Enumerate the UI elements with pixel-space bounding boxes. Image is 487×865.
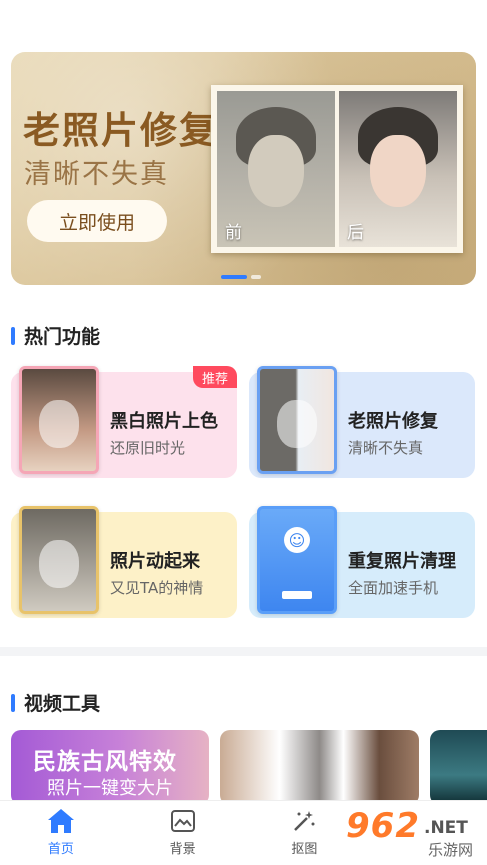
duplicate-cleaner-card[interactable]: ☺ 重复照片清理 全面加速手机 [249,506,475,618]
tile-subtitle: 照片一键变大片 [47,778,173,799]
nav-label: 背景 [169,842,196,857]
animate-photo-card[interactable]: 照片动起来 又见TA的神情 [11,506,237,618]
site-watermark: 962 .NET 乐游网 [346,806,484,860]
after-label: 后 [347,223,364,243]
card-title: 重复照片清理 [348,551,456,572]
card-subtitle: 清晰不失真 [348,439,424,457]
card-title: 照片动起来 [110,551,200,572]
nav-label: 抠图 [291,842,318,857]
card-subtitle: 还原旧时光 [110,439,186,457]
section-accent-bar [11,693,15,712]
card-subtitle: 又见TA的神情 [110,579,204,597]
colorize-thumbnail [19,366,99,474]
restore-thumbnail [257,366,337,474]
recommend-badge: 推荐 [193,366,237,388]
section-accent-bar [11,326,15,345]
card-title: 黑白照片上色 [110,411,218,432]
section-divider [0,647,487,656]
portrait-face [39,539,79,588]
watermark-net: .NET [424,818,468,838]
carousel-indicator [221,275,261,279]
colorize-photo-card[interactable]: 推荐 黑白照片上色 还原旧时光 [11,366,237,478]
portrait-face [277,399,317,448]
photo-collage-tile[interactable] [220,730,419,805]
animate-thumbnail [19,506,99,614]
after-photo: 后 [339,91,457,247]
before-after-photo: 前 后 [211,85,463,253]
before-label: 前 [225,223,242,243]
restore-photo-card[interactable]: 老照片修复 清晰不失真 [249,366,475,478]
cleaner-thumbnail: ☺ [257,506,337,614]
before-photo: 前 [217,91,335,247]
watermark-site: 乐游网 [428,841,474,859]
promo-banner[interactable]: 老照片修复 清晰不失真 立即使用 前 后 [11,52,476,285]
background-icon [169,807,197,835]
cutout-icon [290,807,318,835]
card-subtitle: 全面加速手机 [348,579,439,597]
portrait-face [39,399,79,448]
smile-icon: ☺ [284,527,310,553]
video-tools-title: 视频工具 [24,693,101,715]
partial-video-tile[interactable] [430,730,487,805]
app-screen: 老照片修复 清晰不失真 立即使用 前 后 热门功能 推荐 黑白照片上色 还原旧时… [0,0,487,865]
nav-label: 首页 [47,842,74,857]
portrait-face [248,134,304,207]
nav-home[interactable]: 首页 [0,801,122,865]
carousel-dot-active [221,275,247,279]
ethnic-style-effect-tile[interactable]: 民族古风特效 照片一键变大片 [11,730,209,805]
video-tools-header: 视频工具 [11,689,100,716]
portrait-face [370,134,426,207]
watermark-brand: 962 [346,806,420,846]
hot-features-title: 热门功能 [24,326,101,348]
carousel-dot [251,275,261,279]
card-title: 老照片修复 [348,411,438,432]
home-icon [47,807,75,835]
tile-title: 民族古风特效 [33,749,177,775]
nav-background[interactable]: 背景 [122,801,244,865]
broom-icon [282,591,312,599]
hot-features-header: 热门功能 [11,322,100,349]
banner-title: 老照片修复 [23,109,218,152]
use-now-button[interactable]: 立即使用 [27,200,167,242]
banner-subtitle: 清晰不失真 [24,159,169,190]
